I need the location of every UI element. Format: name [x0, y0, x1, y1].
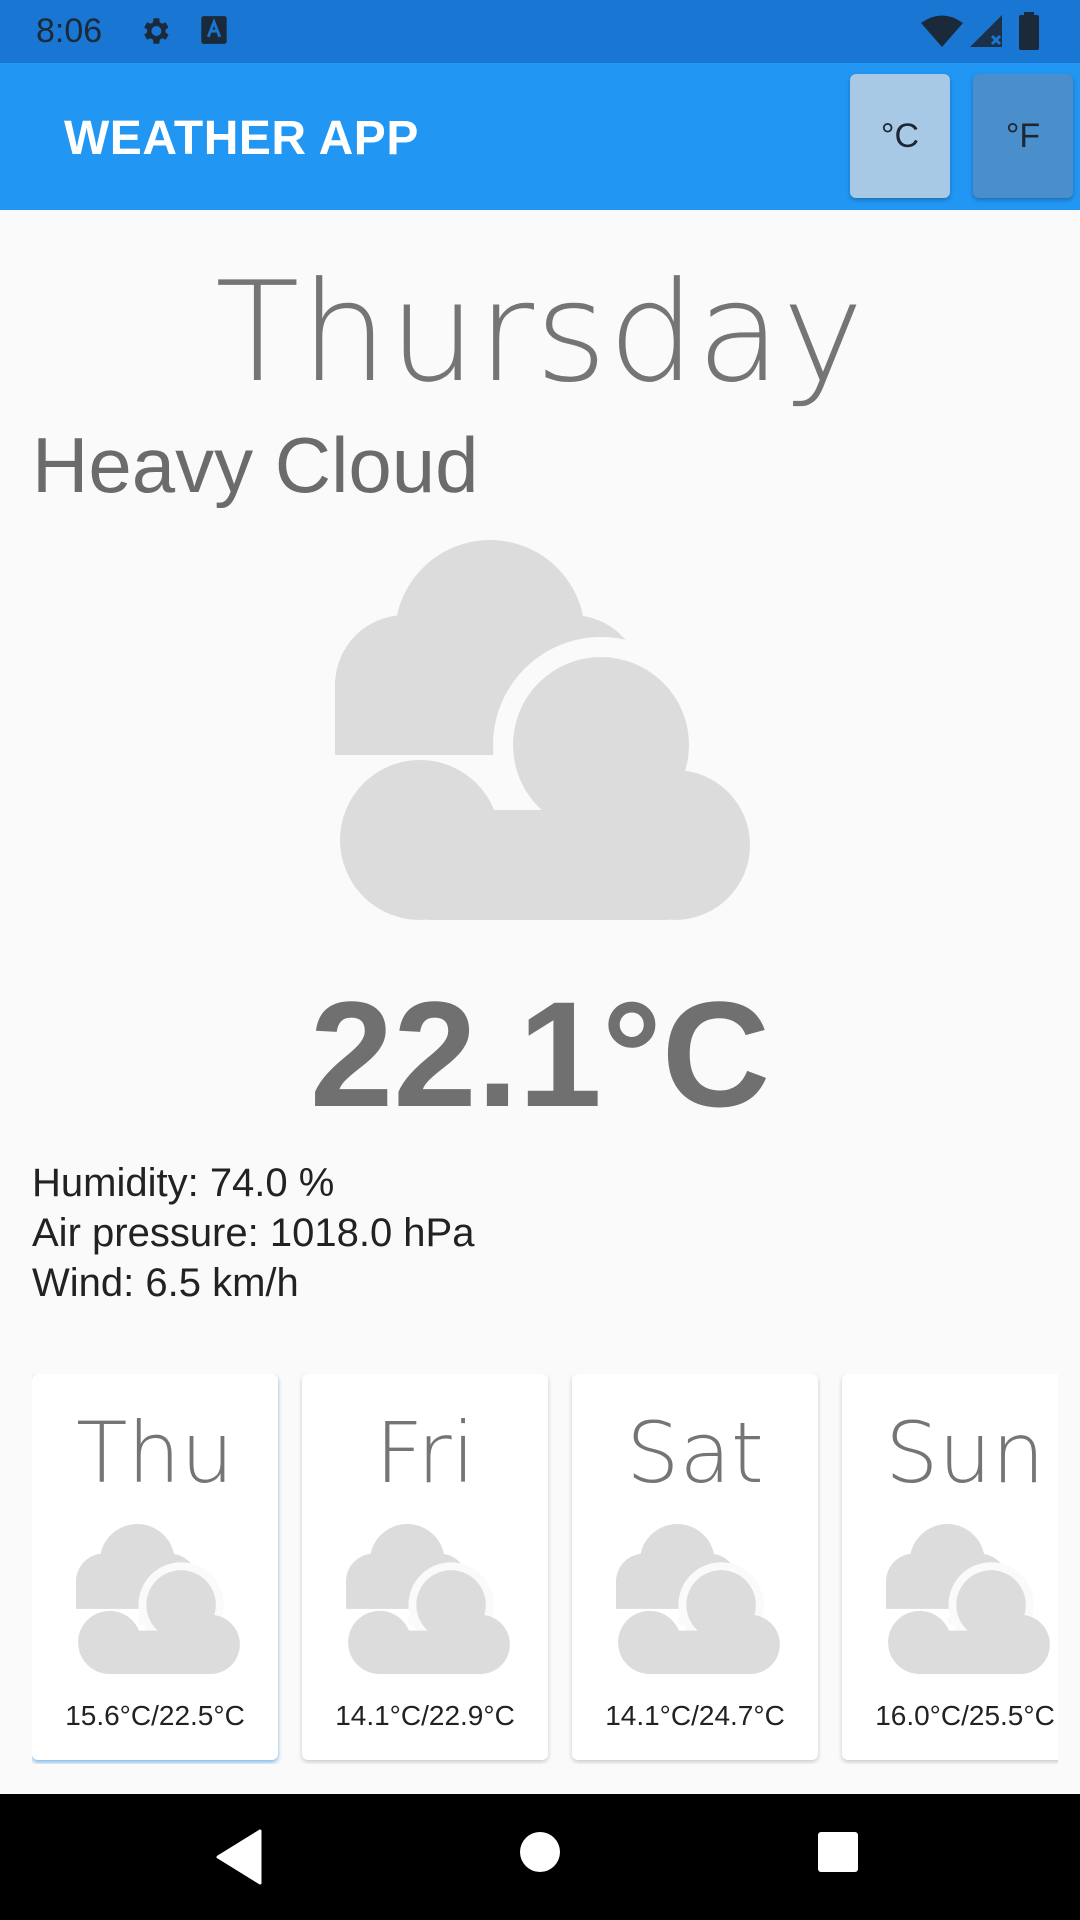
forecast-card-sat[interactable]: Sat 14.1°C/24.7°C: [572, 1374, 818, 1760]
heavy-cloud-icon: [72, 1524, 242, 1674]
app-title: WEATHER APP: [64, 112, 419, 165]
forecast-day: Thu: [76, 1404, 234, 1502]
font-a-icon: [201, 16, 227, 44]
wifi-icon: [921, 15, 963, 47]
current-day: Thursday: [215, 252, 865, 413]
weather-details: Humidity: 74.0 % Air pressure: 1018.0 hP…: [32, 1158, 474, 1308]
wind: Wind: 6.5 km/h: [32, 1261, 299, 1305]
air-pressure: Air pressure: 1018.0 hPa: [32, 1211, 475, 1255]
battery-icon: [1019, 12, 1039, 50]
forecast-temp-range: 14.1°C/24.7°C: [605, 1700, 785, 1731]
forecast-list[interactable]: Thu 15.6°C/22.5°C Fri 14.1°C/22.9°C Sat …: [32, 1374, 1058, 1764]
humidity: Humidity: 74.0 %: [32, 1161, 335, 1205]
status-time: 8:06: [36, 12, 103, 50]
heavy-cloud-icon: [342, 1524, 512, 1674]
forecast-card-sun[interactable]: Sun 16.0°C/25.5°C: [842, 1374, 1058, 1760]
forecast-temp-range: 16.0°C/25.5°C: [875, 1700, 1055, 1731]
heavy-cloud-icon: [612, 1524, 782, 1674]
fahrenheit-button[interactable]: °F: [973, 74, 1073, 198]
weather-condition: Heavy Cloud: [32, 421, 479, 509]
forecast-card-thu[interactable]: Thu 15.6°C/22.5°C: [32, 1374, 278, 1760]
forecast-temp-range: 15.6°C/22.5°C: [65, 1700, 245, 1731]
forecast-temp-range: 14.1°C/22.9°C: [335, 1700, 515, 1731]
home-icon[interactable]: [520, 1832, 560, 1872]
forecast-day: Fri: [374, 1404, 476, 1502]
forecast-card-fri[interactable]: Fri 14.1°C/22.9°C: [302, 1374, 548, 1760]
forecast-day: Sun: [885, 1404, 1045, 1502]
current-temperature: 22.1°C: [309, 970, 771, 1138]
forecast-day: Sat: [626, 1404, 764, 1502]
heavy-cloud-icon: [330, 540, 750, 920]
signal-icon: [970, 15, 1002, 47]
celsius-button[interactable]: °C: [850, 74, 950, 198]
recents-icon[interactable]: [818, 1832, 858, 1872]
heavy-cloud-icon: [882, 1524, 1052, 1674]
back-icon[interactable]: [216, 1829, 264, 1885]
gear-icon: [144, 18, 169, 44]
status-bar: 8:06: [0, 0, 1080, 63]
system-nav-bar: [0, 1794, 1080, 1920]
app-bar: WEATHER APP °C °F: [0, 63, 1080, 210]
